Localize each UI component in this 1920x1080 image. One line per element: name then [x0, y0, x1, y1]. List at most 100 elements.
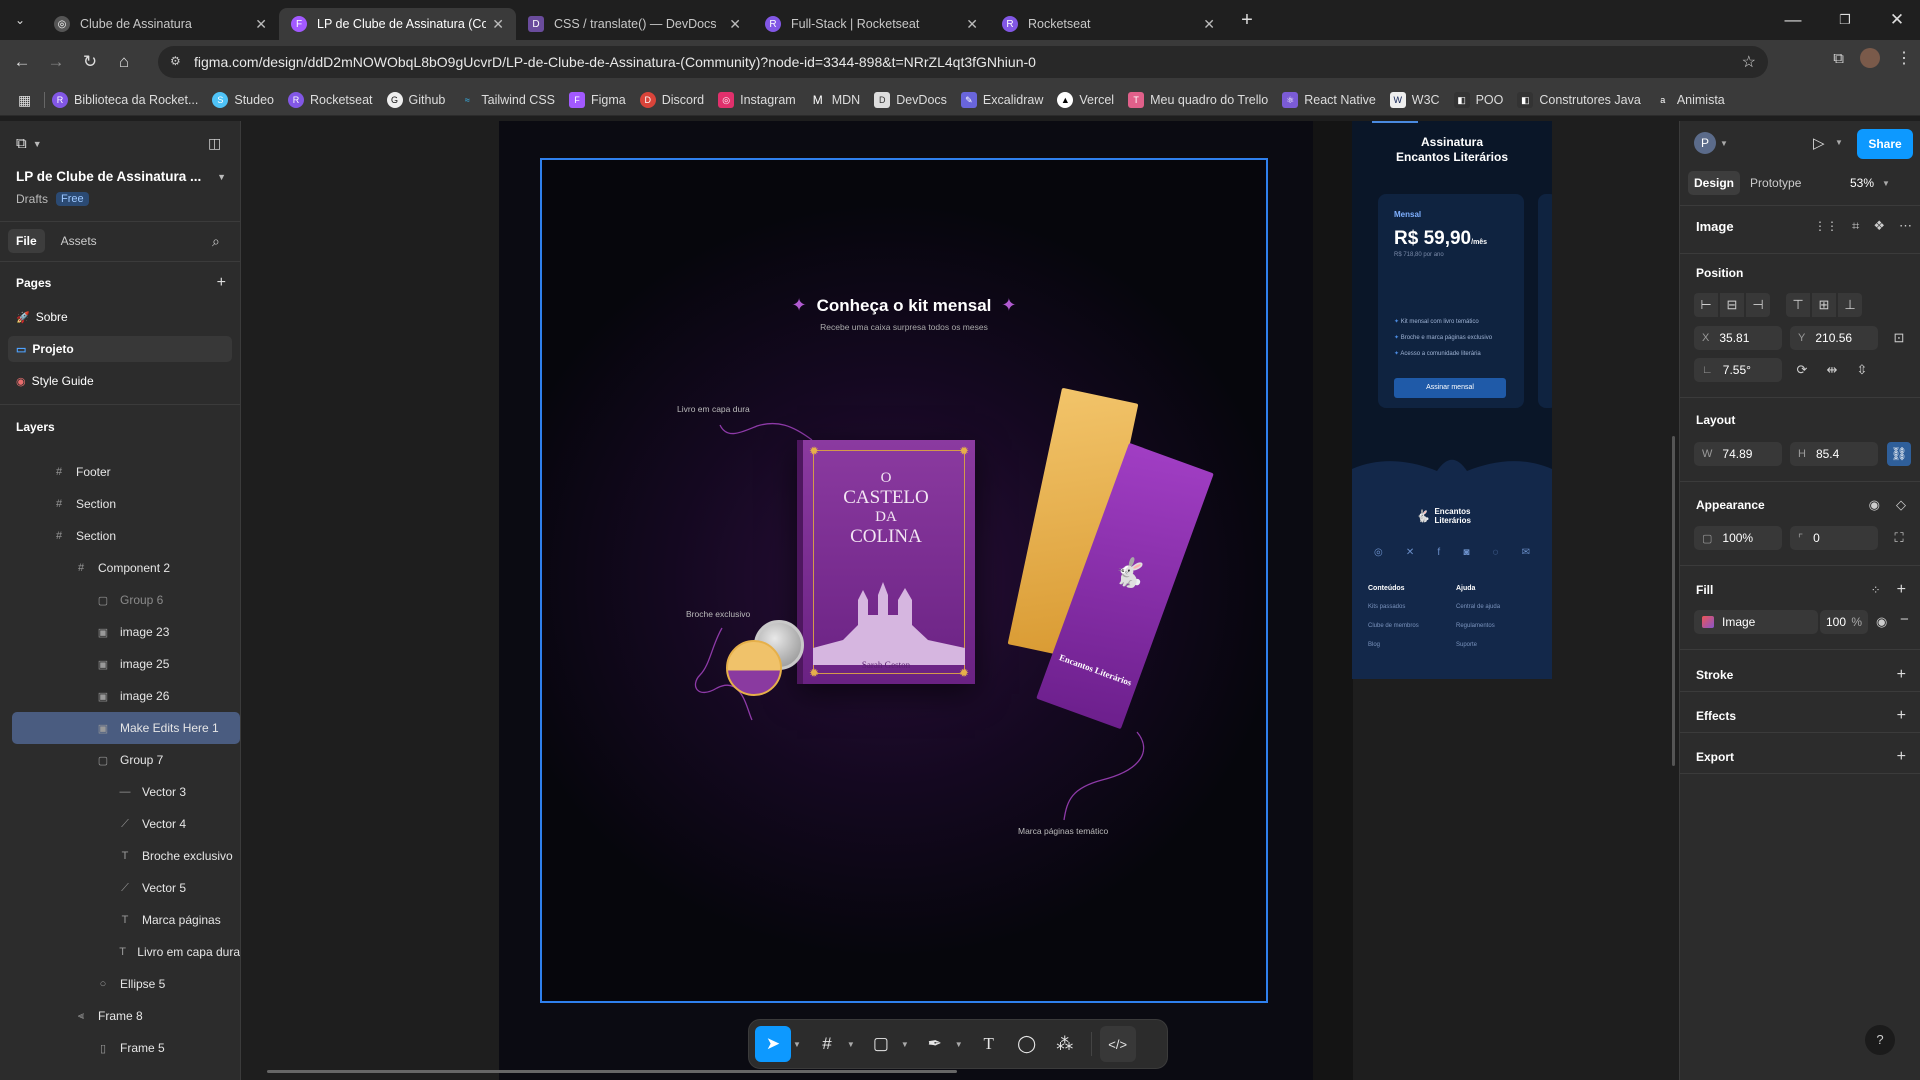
page-item-active[interactable]: ▭ Projeto [8, 336, 232, 362]
footer-link[interactable]: Kits passados [1368, 598, 1419, 617]
layer-item[interactable]: ▣ Make Edits Here 1 [12, 712, 240, 744]
opacity-input[interactable]: ▢ 100% [1694, 526, 1782, 550]
url-field[interactable]: ⚙ figma.com/design/ddD2mNOWObqL8bO9gUcvr… [158, 46, 1768, 78]
frame-tool-icon[interactable]: # [809, 1026, 845, 1062]
independent-corners-icon[interactable]: ⛶ [1887, 526, 1911, 550]
site-info-icon[interactable]: ⚙ [170, 54, 181, 68]
bookmark[interactable]: G Github [386, 91, 445, 108]
footer-link[interactable]: Clube de membros [1368, 617, 1419, 636]
image-grid-icon[interactable]: ⋮⋮ [1814, 219, 1838, 233]
align-right-icon[interactable]: ⊣ [1746, 293, 1770, 317]
footer-link[interactable]: Suporte [1456, 636, 1500, 655]
discord-icon[interactable]: ◙ [1463, 547, 1469, 558]
tab-design[interactable]: Design [1688, 171, 1741, 195]
help-icon[interactable]: ? [1865, 1025, 1895, 1055]
kit-section-frame[interactable]: ✦ Conheça o kit mensal ✦ Recebe uma caix… [540, 158, 1268, 1003]
y-position-input[interactable]: Y 210.56 [1790, 326, 1878, 350]
subscribe-button[interactable]: Assinar mensal [1394, 378, 1506, 398]
reload-icon[interactable]: ↻ [76, 48, 104, 76]
bookmark[interactable]: ◧ POO [1453, 91, 1503, 108]
browser-tab[interactable]: R Full-Stack | Rocketseat ✕ [753, 8, 990, 40]
footer-link[interactable]: Central de ajuda [1456, 598, 1500, 617]
layer-item[interactable]: ▣ image 26 [12, 680, 240, 712]
add-effect-icon[interactable]: + [1897, 707, 1906, 725]
layer-item[interactable]: T Livro em capa dura [12, 936, 240, 968]
browser-tab[interactable]: R Rocketseat ✕ [990, 8, 1227, 40]
page-item[interactable]: 🚀 Sobre [8, 301, 232, 333]
home-icon[interactable]: ⌂ [110, 48, 138, 76]
eye-icon[interactable]: ◉ [1876, 614, 1887, 630]
browser-tab[interactable]: ◎ Clube de Assinatura ✕ [42, 8, 279, 40]
avatar[interactable]: P [1694, 132, 1716, 154]
window-close-icon[interactable]: ✕ [1874, 6, 1920, 34]
flip-vertical-icon[interactable]: ⇳ [1850, 358, 1874, 382]
chevron-down-icon[interactable]: ▼ [901, 1040, 909, 1049]
layer-item[interactable]: # Footer [12, 456, 240, 488]
present-play-icon[interactable]: ▷ [1813, 134, 1825, 152]
chevron-down-icon[interactable]: ▼ [1882, 179, 1890, 188]
bookmark[interactable]: ≈ Tailwind CSS [459, 92, 555, 108]
chevron-down-icon[interactable]: ▼ [33, 139, 42, 149]
layer-item[interactable]: ▢ Group 7 [12, 744, 240, 776]
blend-mode-icon[interactable]: ◇ [1896, 497, 1906, 513]
rotate-icon[interactable]: ⟳ [1790, 358, 1814, 382]
layer-item[interactable]: ▯ Frame 5 [12, 1032, 240, 1064]
minimize-icon[interactable]: — [1770, 6, 1816, 34]
figma-menu-icon[interactable]: ⧉ [16, 135, 27, 152]
instagram-icon[interactable]: ◎ [1374, 547, 1383, 558]
layer-item[interactable]: ○ Ellipse 5 [12, 968, 240, 1000]
bookmark[interactable]: S Studeo [212, 91, 274, 108]
chevron-down-icon[interactable]: ▼ [217, 172, 226, 182]
pen-tool-icon[interactable]: ✒ [917, 1026, 953, 1062]
search-icon[interactable]: ⌕ [212, 233, 220, 250]
bookmark[interactable]: W W3C [1389, 91, 1440, 108]
bookmark[interactable]: M MDN [810, 92, 860, 108]
layer-item[interactable]: # Component 2 [12, 552, 240, 584]
constrain-proportions-icon[interactable]: ⛓ [1887, 442, 1911, 466]
tab-prototype[interactable]: Prototype [1744, 171, 1807, 195]
zoom-level[interactable]: 53% [1850, 176, 1874, 190]
align-center-h-icon[interactable]: ⊟ [1720, 293, 1744, 317]
chevron-down-icon[interactable]: ▼ [1720, 139, 1728, 148]
browser-tab[interactable]: D CSS / translate() — DevDocs ✕ [516, 8, 753, 40]
layer-item[interactable]: — Vector 3 [12, 776, 240, 808]
rectangle-tool-icon[interactable]: ▢ [863, 1026, 899, 1062]
width-input[interactable]: W 74.89 [1694, 442, 1782, 466]
layer-item[interactable]: ⫷ Frame 8 [12, 1000, 240, 1032]
close-icon[interactable]: ✕ [729, 16, 741, 33]
layer-item[interactable]: ▣ image 25 [12, 648, 240, 680]
figma-canvas[interactable]: ✦ Conheça o kit mensal ✦ Recebe uma caix… [241, 121, 1679, 1080]
close-icon[interactable]: ✕ [255, 16, 267, 33]
book-cover-image[interactable]: ✹ ✹ ✹ ✹ O CASTELO DA COLINA Sarah Geston [797, 440, 975, 684]
flip-horizontal-icon[interactable]: ⇹ [1820, 358, 1844, 382]
align-top-icon[interactable]: ⊤ [1786, 293, 1810, 317]
add-fill-icon[interactable]: + [1897, 581, 1906, 599]
new-tab-icon[interactable]: + [1233, 6, 1261, 34]
bookmark[interactable]: R Rocketseat [288, 91, 373, 108]
back-icon[interactable]: ← [8, 48, 36, 76]
chevron-down-icon[interactable]: ▼ [847, 1040, 855, 1049]
layer-item[interactable]: T Marca páginas [12, 904, 240, 936]
mobile-frame[interactable]: Assinatura Encantos Literários Mensal R$… [1352, 121, 1552, 679]
close-icon[interactable]: ✕ [492, 16, 504, 33]
align-middle-v-icon[interactable]: ⊞ [1812, 293, 1836, 317]
bookmark[interactable]: R Biblioteca da Rocket... [52, 91, 198, 108]
share-button[interactable]: Share [1857, 129, 1913, 159]
footer-link[interactable]: Regulamentos [1456, 617, 1500, 636]
component-icon[interactable]: ❖ [1873, 218, 1885, 234]
layer-item[interactable]: # Section [12, 520, 240, 552]
bookmark-star-icon[interactable]: ☆ [1742, 52, 1756, 72]
tab-search-icon[interactable]: ⌄ [6, 6, 34, 34]
styles-grid-icon[interactable]: ⁘ [1871, 583, 1881, 597]
constraints-icon[interactable]: ⊡ [1887, 326, 1911, 350]
layer-item[interactable]: ⟋ Vector 5 [12, 872, 240, 904]
bookmark[interactable]: ⚛ React Native [1282, 91, 1376, 108]
bookmark[interactable]: T Meu quadro do Trello [1128, 91, 1268, 108]
extensions-icon[interactable]: ⧉ [1833, 50, 1844, 67]
fill-opacity-input[interactable]: 100% [1820, 610, 1868, 634]
align-left-icon[interactable]: ⊢ [1694, 293, 1718, 317]
height-input[interactable]: H 85.4 [1790, 442, 1878, 466]
facebook-icon[interactable]: f [1437, 547, 1440, 558]
dev-mode-icon[interactable]: </> [1099, 1026, 1136, 1062]
drafts-label[interactable]: Drafts [16, 192, 48, 206]
